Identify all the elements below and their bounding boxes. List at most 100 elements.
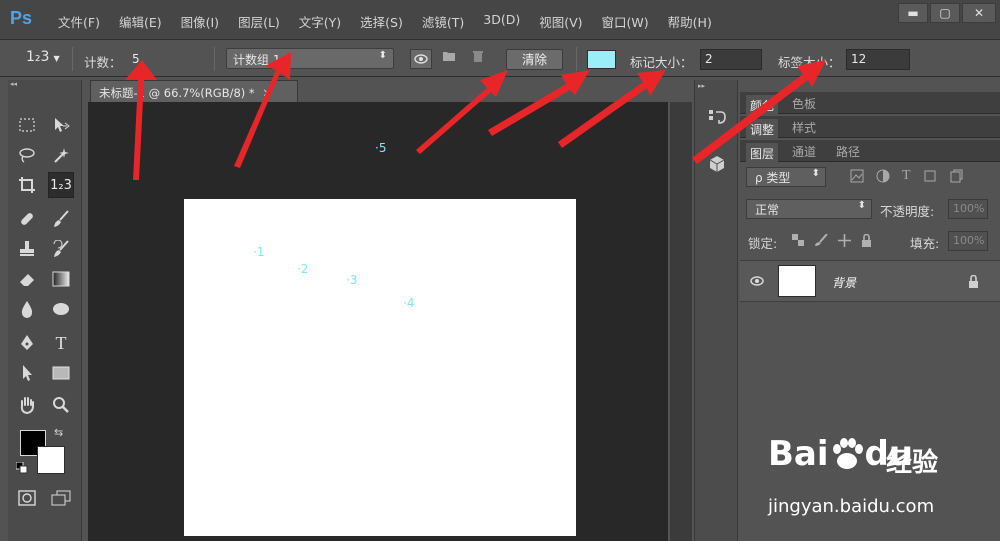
tab-paths[interactable]: 路径 — [832, 143, 864, 160]
fill-input[interactable]: 100% — [948, 231, 988, 251]
menu-window[interactable]: 窗口(W) — [602, 12, 649, 31]
crop-tool[interactable] — [16, 174, 38, 196]
lock-transparent-icon[interactable] — [792, 234, 804, 246]
clear-button[interactable]: 清除 — [506, 49, 563, 70]
healing-brush-tool[interactable] — [16, 208, 38, 230]
background-color-swatch[interactable] — [37, 446, 65, 474]
magic-wand-tool[interactable] — [50, 144, 72, 166]
zoom-tool[interactable] — [50, 394, 72, 416]
tab-channels[interactable]: 通道 — [788, 143, 820, 160]
eye-icon[interactable] — [750, 276, 764, 286]
marquee-tool[interactable] — [16, 114, 38, 136]
label-size-label: 标签大小： — [778, 55, 841, 70]
close-button[interactable]: ✕ — [962, 3, 996, 23]
divider — [214, 47, 215, 71]
tab-layers[interactable]: 图层 — [746, 143, 779, 162]
screen-mode-button[interactable] — [50, 487, 72, 509]
menu-file[interactable]: 文件(F) — [58, 12, 100, 31]
label-size-input[interactable]: 12 — [846, 49, 910, 70]
hand-tool[interactable] — [16, 394, 38, 416]
lock-all-icon[interactable] — [861, 234, 872, 247]
close-tab-icon[interactable]: ✕ — [262, 86, 272, 100]
drop-icon — [21, 301, 33, 318]
bandage-icon — [21, 213, 33, 225]
count-marker-1[interactable]: ·1 — [253, 246, 264, 258]
new-group-button[interactable] — [442, 50, 456, 65]
pen-tool[interactable] — [16, 332, 38, 354]
document-tab[interactable]: 未标题-1 @ 66.7%(RGB/8) * ✕ — [90, 80, 298, 102]
blend-mode-select[interactable]: 正常 ⬍ — [746, 199, 872, 219]
tool-preset-picker[interactable]: 1₂3 ▼ — [26, 49, 60, 65]
shape-filter-icon[interactable] — [923, 169, 937, 183]
menu-edit[interactable]: 编辑(E) — [119, 12, 162, 31]
blend-mode-value: 正常 — [755, 203, 780, 217]
3d-panel-button[interactable] — [707, 154, 727, 177]
tools-panel: ◂◂ 1₂3 T ⇆ — [8, 80, 82, 541]
adjustment-filter-icon[interactable] — [876, 169, 890, 183]
brush-tool[interactable] — [50, 208, 72, 230]
count-marker-2[interactable]: ·2 — [297, 263, 308, 275]
menu-bar: Ps 文件(F) 编辑(E) 图像(I) 图层(L) 文字(Y) 选择(S) 滤… — [0, 0, 1000, 40]
menu-layer[interactable]: 图层(L) — [238, 12, 280, 31]
menu-image[interactable]: 图像(I) — [181, 12, 219, 31]
delete-group-button[interactable] — [472, 50, 484, 66]
eraser-tool[interactable] — [16, 268, 38, 290]
menu-filter[interactable]: 滤镜(T) — [422, 12, 464, 31]
panel-collapse-icon[interactable]: ▸▸ — [698, 82, 705, 90]
marker-color-swatch[interactable] — [587, 50, 616, 69]
menu-select[interactable]: 选择(S) — [360, 12, 403, 31]
canvas[interactable] — [184, 199, 576, 536]
lasso-icon — [19, 148, 35, 163]
menu-view[interactable]: 视图(V) — [539, 12, 582, 31]
count-group-select[interactable]: 计数组 1 ⬍ — [226, 48, 394, 69]
fill-label: 填充: — [910, 236, 940, 251]
maximize-button[interactable]: ▢ — [930, 3, 960, 23]
history-panel-button[interactable] — [707, 108, 727, 131]
layer-filter-select[interactable]: ρ 类型 ⬍ — [746, 167, 826, 187]
options-bar: 1₂3 ▼ 计数： 5 计数组 1 ⬍ 清除 标记大小： 2 标签大小： 12 — [0, 41, 1000, 77]
marquee-icon — [19, 118, 35, 132]
toggle-visibility-button[interactable] — [410, 49, 432, 69]
smart-object-filter-icon[interactable] — [949, 169, 963, 183]
cube-icon — [709, 156, 725, 172]
marker-size-input[interactable]: 2 — [700, 49, 762, 70]
blur-tool[interactable] — [16, 298, 38, 320]
count-marker-4[interactable]: ·4 — [403, 297, 414, 309]
gradient-tool[interactable] — [50, 268, 72, 290]
minimize-button[interactable]: ▬ — [898, 3, 928, 23]
menu-3d[interactable]: 3D(D) — [483, 12, 520, 31]
count-marker-5[interactable]: ·5 — [375, 142, 386, 154]
lock-move-icon[interactable] — [838, 234, 851, 247]
lasso-tool[interactable] — [16, 144, 38, 166]
move-tool[interactable] — [50, 114, 72, 136]
type-filter-icon[interactable]: T — [902, 169, 911, 183]
dodge-tool[interactable] — [50, 298, 72, 320]
count-tool[interactable]: 1₂3 — [48, 172, 74, 198]
count-label: 计数： — [84, 55, 122, 70]
lock-paint-icon[interactable] — [814, 234, 828, 246]
divider — [576, 47, 577, 71]
vertical-scrollbar[interactable] — [670, 102, 692, 541]
eraser-icon — [20, 274, 34, 286]
image-filter-icon[interactable] — [850, 169, 864, 183]
sponge-icon — [53, 303, 69, 315]
menu-help[interactable]: 帮助(H) — [668, 12, 712, 31]
layer-row-background[interactable]: 背景 — [740, 260, 1000, 302]
tab-styles[interactable]: 样式 — [788, 119, 820, 136]
opacity-input[interactable]: 100% — [948, 199, 988, 219]
count-marker-3[interactable]: ·3 — [346, 274, 357, 286]
type-tool[interactable]: T — [50, 332, 72, 354]
panel-collapse-icon[interactable]: ◂◂ — [8, 80, 82, 92]
tab-swatches[interactable]: 色板 — [788, 95, 820, 112]
path-selection-tool[interactable] — [16, 362, 38, 384]
menu-type[interactable]: 文字(Y) — [299, 12, 341, 31]
marker-size-label: 标记大小： — [630, 55, 693, 70]
default-colors-icon[interactable] — [15, 461, 28, 477]
quick-mask-button[interactable] — [16, 487, 38, 509]
tab-color[interactable]: 颜色 — [746, 95, 779, 114]
clone-stamp-tool[interactable] — [16, 238, 38, 260]
tab-adjustments[interactable]: 调整 — [746, 119, 779, 138]
swap-colors-icon[interactable]: ⇆ — [54, 426, 63, 439]
history-brush-tool[interactable] — [50, 238, 72, 260]
rectangle-tool[interactable] — [50, 362, 72, 384]
